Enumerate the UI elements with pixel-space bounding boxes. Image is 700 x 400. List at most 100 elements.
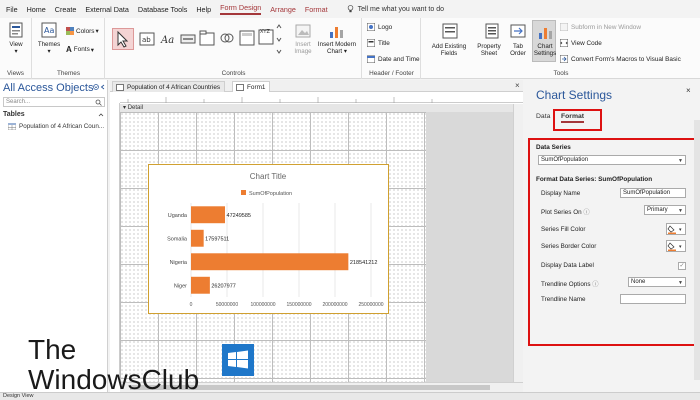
insert-chart-label: Insert Modern Chart [317,41,357,55]
view-icon [9,22,23,38]
date-time-button[interactable]: Date and Time [367,55,420,63]
group-header-footer: Logo Title Date and Time Header / Footer [363,18,421,79]
close-pane-icon[interactable]: × [686,86,691,95]
menu-external-data[interactable]: External Data [85,5,129,14]
watermark-line2: WindowsClub [28,364,200,395]
data-series-value: SumOfPopulation [541,157,589,163]
option-group-icon[interactable]: XYZ [258,26,274,46]
nav-pane-collapse-icon[interactable] [100,84,106,90]
series-fill-color-picker[interactable]: ▾ [666,223,686,235]
subform-label: Subform in New Window [571,23,641,31]
label-icon[interactable]: Aa [160,32,176,46]
vertical-scrollbar[interactable] [513,104,523,382]
convert-macros-button[interactable]: Convert Form's Macros to Visual Basic [560,55,681,63]
tab-order-icon [510,24,526,38]
menu-create[interactable]: Create [55,5,77,14]
series-border-color-picker[interactable]: ▾ [666,240,686,252]
fonts-button[interactable]: A Fonts ▾ [66,45,94,54]
tab-data[interactable]: Data [536,113,550,120]
nav-pane-title[interactable]: All Access Objects [3,82,93,94]
add-fields-button[interactable]: Add Existing Fields [426,43,472,57]
colors-label: Colors [76,27,95,35]
property-sheet-button[interactable]: Property Sheet [474,43,504,57]
textbox-icon[interactable]: ab [139,32,155,46]
pane-scrollbar[interactable] [694,120,700,380]
menu-file[interactable]: File [6,5,18,14]
code-icon [560,39,568,47]
view-button[interactable]: View ▾ [2,41,30,55]
data-series-label: Data Series [536,144,571,151]
y-category-label: Nigeria [170,260,188,266]
menu-database-tools[interactable]: Database Tools [138,5,187,14]
date-time-label: Date and Time [378,55,420,63]
trendline-options-select[interactable]: None ▼ [628,277,686,287]
form-tab-icon [236,84,244,91]
view-code-label: View Code [571,39,602,47]
nav-search-input[interactable]: Search... [3,97,105,107]
display-name-input[interactable]: SumOfPopulation [620,188,686,198]
chart-control[interactable]: 0 50000000 100000000 150000000 200000000 2500… [148,164,389,314]
display-name-label: Display Name [541,190,581,197]
nav-pane-dropdown-icon[interactable] [93,84,99,90]
logo-button[interactable]: Logo [367,23,392,31]
chart-settings-button[interactable]: Chart Settings [532,20,556,62]
title-button[interactable]: Title [367,39,390,47]
fonts-icon: A [66,45,72,54]
themes-button[interactable]: Themes ▾ [35,41,63,55]
menu-help[interactable]: Help [196,5,211,14]
tab-form1[interactable]: Form1 [232,81,271,92]
info-icon: ⓘ [583,209,590,216]
add-fields-icon [442,23,458,39]
menu-form-design[interactable]: Form Design [220,3,262,15]
search-icon [95,99,102,106]
trendline-name-input[interactable] [620,294,686,304]
app-window: File Home Create External Data Database … [0,0,700,400]
x-tick-label: 200000000 [322,302,347,308]
plot-series-on-label: Plot Series On ⓘ [541,207,590,216]
section-collapse-icon[interactable] [98,112,104,118]
format-tab-highlight [553,109,602,131]
bar [191,253,349,271]
menu-home[interactable]: Home [27,5,46,14]
group-themes: Aa Themes ▾ Colors ▾ A Fonts ▾ Themes [33,18,105,79]
tab-control-icon[interactable] [199,30,215,46]
paint-bucket-icon: ▾ [667,225,682,234]
colors-button[interactable]: Colors ▾ [66,27,99,35]
menu-format[interactable]: Format [305,5,328,14]
close-document-icon[interactable]: × [515,81,520,90]
chart-settings-icon [539,28,552,39]
hyperlink-icon[interactable] [219,30,235,46]
navigation-control-icon[interactable] [239,30,255,46]
data-series-select[interactable]: SumOfPopulation ▼ [538,155,686,165]
y-category-label: Niger [174,283,187,289]
nav-item-table[interactable]: Population of 4 African Coun... [8,123,104,130]
bar-value-label: 218541212 [350,260,378,266]
button-control-icon[interactable] [180,32,196,46]
plot-series-on-select[interactable]: Primary ▼ [644,205,686,215]
chart-settings-label: Chart Settings [533,43,557,57]
group-controls: ab Aa XYZ Insert Image Insert Modern Cha… [106,18,362,79]
menu-bar: File Home Create External Data Database … [0,0,700,18]
tell-me-search[interactable]: Tell me what you want to do [347,5,444,13]
menu-arrange[interactable]: Arrange [270,5,296,14]
nav-section-tables[interactable]: Tables [3,111,25,118]
display-data-label-label: Display Data Label [541,262,594,269]
convert-icon [560,55,568,63]
views-group-label: Views [7,70,24,77]
view-code-button[interactable]: View Code [560,39,602,47]
select-tool-button[interactable] [112,28,134,50]
controls-more-icon[interactable] [276,24,282,54]
themes-group-label: Themes [56,70,81,77]
x-tick-label: 50000000 [216,302,238,308]
display-data-label-checkbox[interactable]: ✓ [678,262,686,270]
svg-text:▾: ▾ [679,244,682,250]
trendline-name-label: Trendline Name [541,296,586,303]
table-tab-icon [116,84,124,91]
detail-section-bar[interactable]: ▾ Detail [120,104,523,112]
insert-chart-button[interactable]: Insert Modern Chart ▾ [316,41,358,55]
tab-population-table[interactable]: Population of 4 African Countries [112,81,226,92]
info-icon: ⓘ [592,281,599,288]
table-icon [8,123,16,130]
colors-icon [66,27,74,35]
tab-order-button[interactable]: Tab Order [506,43,530,57]
